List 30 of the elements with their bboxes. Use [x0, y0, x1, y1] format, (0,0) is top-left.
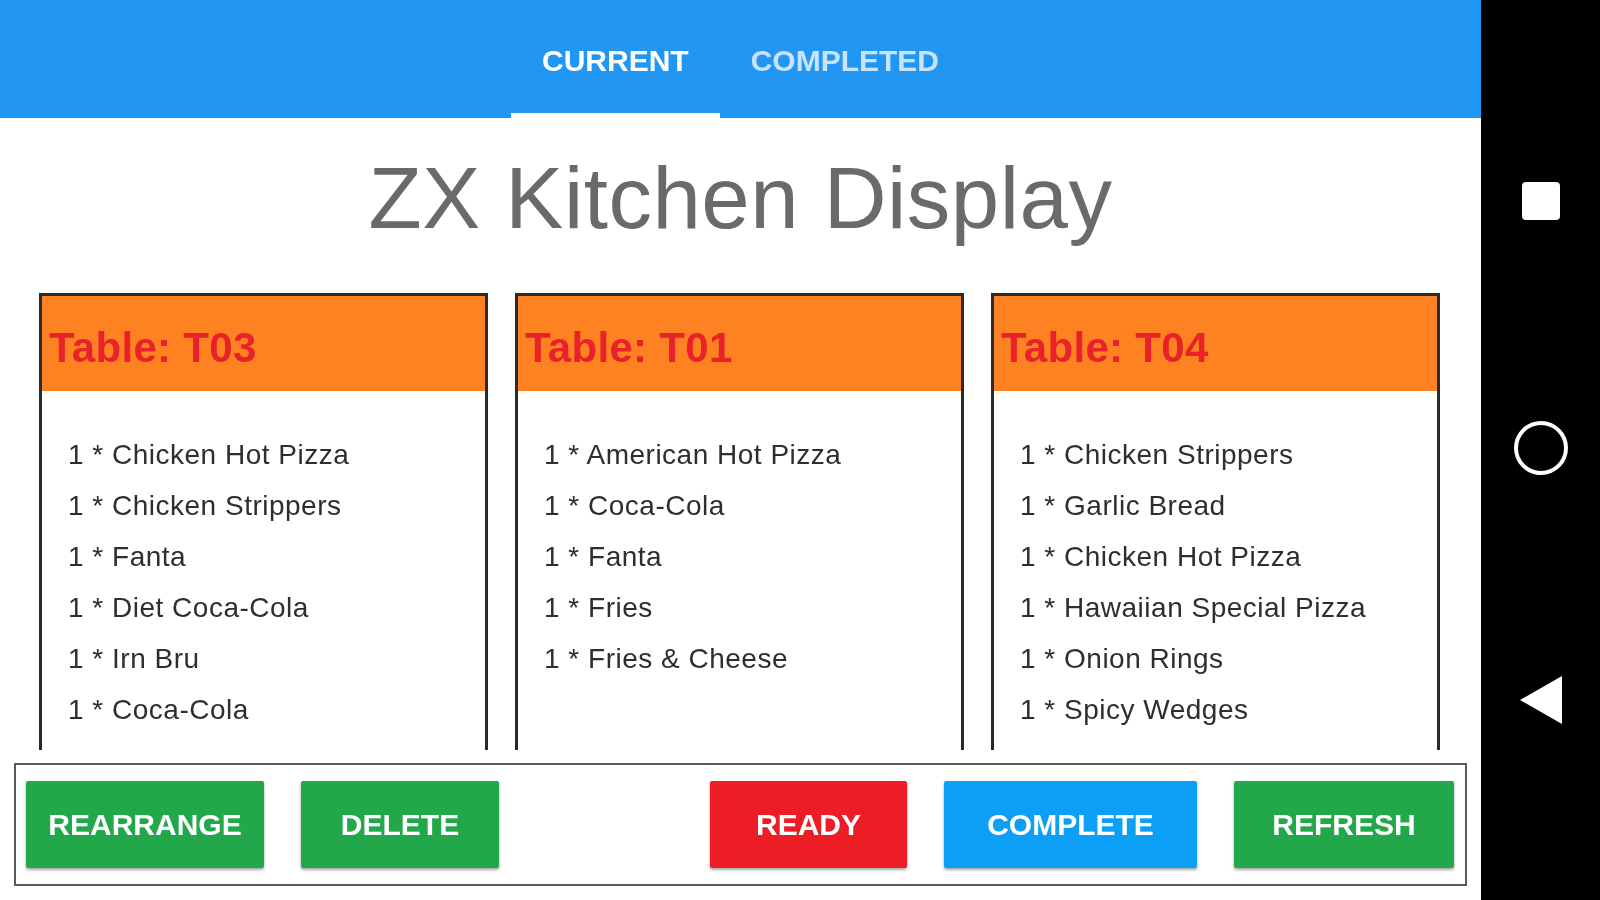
- action-button[interactable]: DELETE: [301, 781, 499, 868]
- action-button[interactable]: READY: [710, 781, 907, 868]
- action-button[interactable]: REFRESH: [1234, 781, 1454, 868]
- order-item: 1 * Coca-Cola: [68, 693, 250, 727]
- table-header: Table: T03: [42, 296, 485, 391]
- back-icon[interactable]: [1519, 676, 1562, 724]
- order-item: 1 * Chicken Strippers: [1020, 438, 1295, 472]
- order-item: 1 * Fries: [544, 591, 654, 625]
- order-item: 1 * Fanta: [544, 540, 664, 574]
- order-item: 1 * Fanta: [68, 540, 188, 574]
- order-item: 1 * Hawaiian Special Pizza: [1020, 591, 1368, 625]
- order-item: 1 * Chicken Hot Pizza: [68, 438, 351, 472]
- table-header: Table: T04: [994, 296, 1437, 391]
- square-icon[interactable]: [1521, 182, 1560, 220]
- order-item: 1 * Fries & Cheese: [544, 642, 789, 676]
- order-item: 1 * Chicken Hot Pizza: [1020, 540, 1303, 574]
- tab[interactable]: COMPLETED: [719, 0, 970, 118]
- order-item: 1 * Onion Rings: [1020, 642, 1225, 676]
- order-item: 1 * Coca-Cola: [544, 489, 726, 523]
- tab[interactable]: CURRENT: [511, 0, 720, 118]
- order-item: 1 * Garlic Bread: [1020, 489, 1227, 523]
- action-button[interactable]: COMPLETE: [944, 781, 1197, 868]
- order-item: 1 * American Hot Pizza: [544, 438, 843, 472]
- action-button[interactable]: REARRANGE: [26, 781, 264, 868]
- order-item: 1 * Chicken Strippers: [68, 489, 343, 523]
- order-item: 1 * Diet Coca-Cola: [68, 591, 310, 625]
- order-item: 1 * Irn Bru: [68, 642, 201, 676]
- circle-icon[interactable]: [1513, 421, 1568, 475]
- table-header: Table: T01: [518, 296, 961, 391]
- order-item: 1 * Spicy Wedges: [1020, 693, 1250, 727]
